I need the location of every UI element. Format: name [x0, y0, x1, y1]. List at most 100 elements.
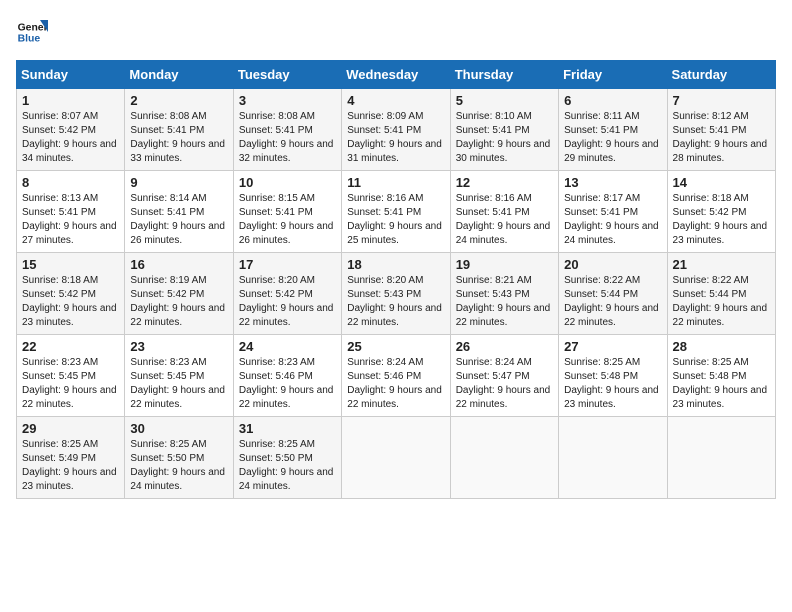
cell-info: Sunrise: 8:22 AM Sunset: 5:44 PM Dayligh…	[564, 274, 661, 330]
cell-info: Sunrise: 8:23 AM Sunset: 5:46 PM Dayligh…	[239, 356, 336, 412]
day-number: 26	[456, 339, 553, 354]
cell-info: Sunrise: 8:16 AM Sunset: 5:41 PM Dayligh…	[347, 192, 444, 248]
calendar-cell: 22 Sunrise: 8:23 AM Sunset: 5:45 PM Dayl…	[17, 335, 125, 417]
cell-info: Sunrise: 8:22 AM Sunset: 5:44 PM Dayligh…	[673, 274, 770, 330]
day-number: 24	[239, 339, 336, 354]
cell-info: Sunrise: 8:18 AM Sunset: 5:42 PM Dayligh…	[22, 274, 119, 330]
calendar-cell: 13 Sunrise: 8:17 AM Sunset: 5:41 PM Dayl…	[559, 171, 667, 253]
day-number: 2	[130, 93, 227, 108]
day-number: 5	[456, 93, 553, 108]
day-number: 28	[673, 339, 770, 354]
calendar-cell: 7 Sunrise: 8:12 AM Sunset: 5:41 PM Dayli…	[667, 89, 775, 171]
day-number: 7	[673, 93, 770, 108]
day-of-week-header: Saturday	[667, 61, 775, 89]
day-number: 25	[347, 339, 444, 354]
day-number: 8	[22, 175, 119, 190]
day-number: 10	[239, 175, 336, 190]
cell-info: Sunrise: 8:25 AM Sunset: 5:50 PM Dayligh…	[239, 438, 336, 494]
cell-info: Sunrise: 8:15 AM Sunset: 5:41 PM Dayligh…	[239, 192, 336, 248]
calendar-cell: 24 Sunrise: 8:23 AM Sunset: 5:46 PM Dayl…	[233, 335, 341, 417]
day-number: 17	[239, 257, 336, 272]
calendar-cell: 28 Sunrise: 8:25 AM Sunset: 5:48 PM Dayl…	[667, 335, 775, 417]
calendar-cell: 17 Sunrise: 8:20 AM Sunset: 5:42 PM Dayl…	[233, 253, 341, 335]
day-of-week-header: Monday	[125, 61, 233, 89]
day-number: 4	[347, 93, 444, 108]
day-number: 6	[564, 93, 661, 108]
cell-info: Sunrise: 8:08 AM Sunset: 5:41 PM Dayligh…	[239, 110, 336, 166]
cell-info: Sunrise: 8:23 AM Sunset: 5:45 PM Dayligh…	[22, 356, 119, 412]
calendar-cell: 10 Sunrise: 8:15 AM Sunset: 5:41 PM Dayl…	[233, 171, 341, 253]
calendar-week-row: 8 Sunrise: 8:13 AM Sunset: 5:41 PM Dayli…	[17, 171, 776, 253]
calendar-cell	[559, 417, 667, 499]
day-number: 30	[130, 421, 227, 436]
cell-info: Sunrise: 8:25 AM Sunset: 5:48 PM Dayligh…	[673, 356, 770, 412]
day-number: 13	[564, 175, 661, 190]
calendar-cell: 29 Sunrise: 8:25 AM Sunset: 5:49 PM Dayl…	[17, 417, 125, 499]
calendar-header-row: SundayMondayTuesdayWednesdayThursdayFrid…	[17, 61, 776, 89]
day-number: 15	[22, 257, 119, 272]
calendar-cell: 14 Sunrise: 8:18 AM Sunset: 5:42 PM Dayl…	[667, 171, 775, 253]
day-number: 27	[564, 339, 661, 354]
calendar-cell: 30 Sunrise: 8:25 AM Sunset: 5:50 PM Dayl…	[125, 417, 233, 499]
cell-info: Sunrise: 8:14 AM Sunset: 5:41 PM Dayligh…	[130, 192, 227, 248]
calendar-cell: 19 Sunrise: 8:21 AM Sunset: 5:43 PM Dayl…	[450, 253, 558, 335]
cell-info: Sunrise: 8:17 AM Sunset: 5:41 PM Dayligh…	[564, 192, 661, 248]
logo: General Blue	[16, 16, 52, 48]
calendar-cell: 3 Sunrise: 8:08 AM Sunset: 5:41 PM Dayli…	[233, 89, 341, 171]
cell-info: Sunrise: 8:11 AM Sunset: 5:41 PM Dayligh…	[564, 110, 661, 166]
day-number: 11	[347, 175, 444, 190]
cell-info: Sunrise: 8:20 AM Sunset: 5:43 PM Dayligh…	[347, 274, 444, 330]
day-number: 23	[130, 339, 227, 354]
calendar-cell: 4 Sunrise: 8:09 AM Sunset: 5:41 PM Dayli…	[342, 89, 450, 171]
day-number: 29	[22, 421, 119, 436]
calendar-week-row: 15 Sunrise: 8:18 AM Sunset: 5:42 PM Dayl…	[17, 253, 776, 335]
calendar-cell: 18 Sunrise: 8:20 AM Sunset: 5:43 PM Dayl…	[342, 253, 450, 335]
calendar-cell: 5 Sunrise: 8:10 AM Sunset: 5:41 PM Dayli…	[450, 89, 558, 171]
day-number: 9	[130, 175, 227, 190]
calendar-cell: 16 Sunrise: 8:19 AM Sunset: 5:42 PM Dayl…	[125, 253, 233, 335]
cell-info: Sunrise: 8:13 AM Sunset: 5:41 PM Dayligh…	[22, 192, 119, 248]
cell-info: Sunrise: 8:08 AM Sunset: 5:41 PM Dayligh…	[130, 110, 227, 166]
calendar-week-row: 22 Sunrise: 8:23 AM Sunset: 5:45 PM Dayl…	[17, 335, 776, 417]
day-number: 31	[239, 421, 336, 436]
day-number: 3	[239, 93, 336, 108]
calendar-cell: 23 Sunrise: 8:23 AM Sunset: 5:45 PM Dayl…	[125, 335, 233, 417]
cell-info: Sunrise: 8:12 AM Sunset: 5:41 PM Dayligh…	[673, 110, 770, 166]
calendar-cell: 8 Sunrise: 8:13 AM Sunset: 5:41 PM Dayli…	[17, 171, 125, 253]
calendar-cell: 25 Sunrise: 8:24 AM Sunset: 5:46 PM Dayl…	[342, 335, 450, 417]
cell-info: Sunrise: 8:20 AM Sunset: 5:42 PM Dayligh…	[239, 274, 336, 330]
day-number: 22	[22, 339, 119, 354]
cell-info: Sunrise: 8:23 AM Sunset: 5:45 PM Dayligh…	[130, 356, 227, 412]
calendar-cell	[667, 417, 775, 499]
calendar-cell: 27 Sunrise: 8:25 AM Sunset: 5:48 PM Dayl…	[559, 335, 667, 417]
day-number: 16	[130, 257, 227, 272]
day-number: 21	[673, 257, 770, 272]
calendar-cell: 15 Sunrise: 8:18 AM Sunset: 5:42 PM Dayl…	[17, 253, 125, 335]
day-number: 18	[347, 257, 444, 272]
day-of-week-header: Sunday	[17, 61, 125, 89]
cell-info: Sunrise: 8:25 AM Sunset: 5:48 PM Dayligh…	[564, 356, 661, 412]
day-of-week-header: Friday	[559, 61, 667, 89]
calendar-cell	[450, 417, 558, 499]
day-number: 19	[456, 257, 553, 272]
day-of-week-header: Wednesday	[342, 61, 450, 89]
cell-info: Sunrise: 8:10 AM Sunset: 5:41 PM Dayligh…	[456, 110, 553, 166]
calendar-cell	[342, 417, 450, 499]
cell-info: Sunrise: 8:24 AM Sunset: 5:47 PM Dayligh…	[456, 356, 553, 412]
calendar-cell: 6 Sunrise: 8:11 AM Sunset: 5:41 PM Dayli…	[559, 89, 667, 171]
calendar-cell: 12 Sunrise: 8:16 AM Sunset: 5:41 PM Dayl…	[450, 171, 558, 253]
cell-info: Sunrise: 8:19 AM Sunset: 5:42 PM Dayligh…	[130, 274, 227, 330]
cell-info: Sunrise: 8:25 AM Sunset: 5:50 PM Dayligh…	[130, 438, 227, 494]
day-number: 12	[456, 175, 553, 190]
day-number: 14	[673, 175, 770, 190]
calendar-cell: 26 Sunrise: 8:24 AM Sunset: 5:47 PM Dayl…	[450, 335, 558, 417]
cell-info: Sunrise: 8:09 AM Sunset: 5:41 PM Dayligh…	[347, 110, 444, 166]
cell-info: Sunrise: 8:21 AM Sunset: 5:43 PM Dayligh…	[456, 274, 553, 330]
calendar-cell: 31 Sunrise: 8:25 AM Sunset: 5:50 PM Dayl…	[233, 417, 341, 499]
calendar-cell: 2 Sunrise: 8:08 AM Sunset: 5:41 PM Dayli…	[125, 89, 233, 171]
calendar-table: SundayMondayTuesdayWednesdayThursdayFrid…	[16, 60, 776, 499]
cell-info: Sunrise: 8:25 AM Sunset: 5:49 PM Dayligh…	[22, 438, 119, 494]
calendar-cell: 1 Sunrise: 8:07 AM Sunset: 5:42 PM Dayli…	[17, 89, 125, 171]
cell-info: Sunrise: 8:16 AM Sunset: 5:41 PM Dayligh…	[456, 192, 553, 248]
cell-info: Sunrise: 8:07 AM Sunset: 5:42 PM Dayligh…	[22, 110, 119, 166]
